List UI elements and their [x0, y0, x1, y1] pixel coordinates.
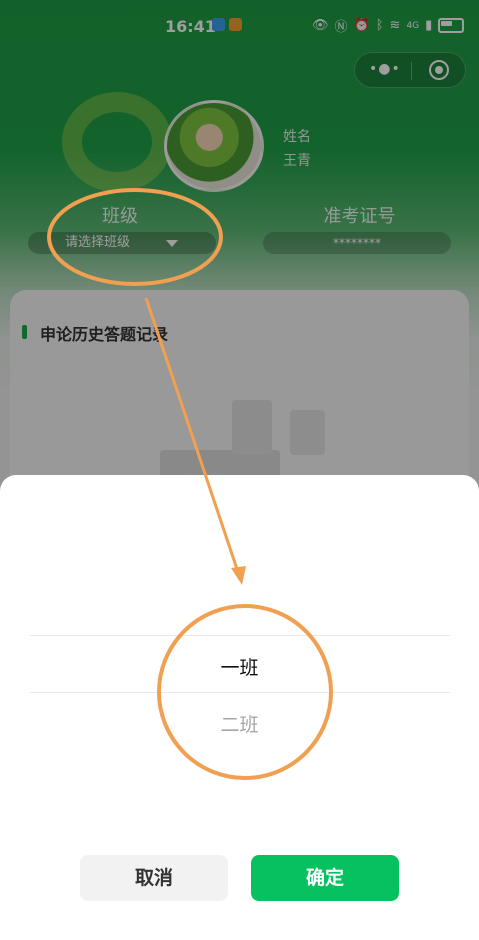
- picker-indicator-top: [30, 635, 450, 636]
- picker-option-class-1[interactable]: 一班: [0, 653, 479, 680]
- picker-indicator-bottom: [30, 692, 450, 693]
- cancel-button[interactable]: 取消: [80, 855, 228, 901]
- confirm-button[interactable]: 确定: [251, 855, 399, 901]
- screen: 16:41 👁 Ⓝ ⏰ ᛒ ≋ 4G ▮ •●• 姓名 王青 班级 准考证号 请…: [0, 0, 479, 940]
- class-picker-sheet: [0, 475, 479, 940]
- picker-option-class-2[interactable]: 二班: [0, 710, 479, 737]
